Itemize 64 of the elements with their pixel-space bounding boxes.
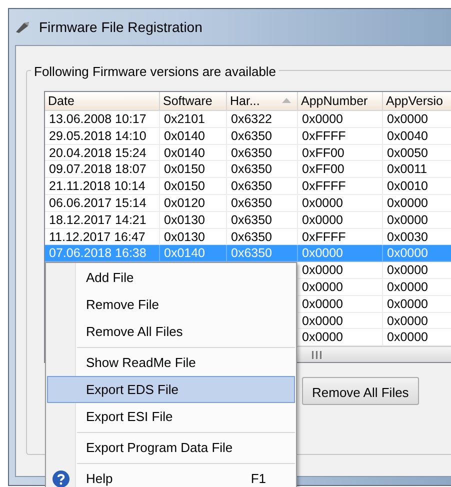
table-cell: 18.12.2017 14:21 (45, 212, 160, 229)
table-cell: 0x0120 (160, 194, 227, 212)
table-cell: 0x0000 (383, 262, 451, 279)
table-cell: 0x0130 (160, 212, 227, 229)
column-header[interactable]: AppVersio (383, 92, 451, 111)
table-cell: 0x6350 (227, 178, 298, 195)
table-cell: 20.04.2018 15:24 (45, 144, 160, 162)
table-cell: 0x0000 (298, 194, 383, 212)
table-cell: 0x6350 (227, 161, 298, 178)
table-cell: 13.06.2008 10:17 (45, 111, 160, 128)
table-cell: 0x0000 (298, 312, 383, 330)
table-cell: 0x0000 (298, 212, 383, 229)
table-cell: 0x0000 (383, 212, 451, 229)
shortcut-label: F1 (250, 470, 266, 487)
table-cell: 0x6322 (227, 111, 298, 128)
table-cell: 29.05.2018 14:10 (45, 128, 160, 145)
table-cell: 0x0150 (160, 178, 227, 195)
window-title: Firmware File Registration (39, 18, 202, 37)
menu-item[interactable]: Export ESI File (47, 403, 295, 430)
menu-item[interactable]: Show ReadMe File (47, 349, 295, 376)
table-cell: 0xFFFF (298, 178, 383, 195)
table-cell: 0x0000 (383, 111, 451, 128)
table-cell: 0x0000 (298, 245, 383, 262)
table-cell: 07.06.2018 16:38 (45, 245, 160, 262)
table-cell: 0x6350 (227, 245, 298, 262)
table-cell: 0x0000 (298, 278, 383, 296)
table-cell: 0x0140 (160, 245, 227, 262)
table-cell: 0xFF00 (298, 161, 383, 178)
table-cell: 0x0011 (383, 161, 451, 178)
table-cell: 0x0000 (383, 278, 451, 296)
column-header[interactable]: Software (160, 92, 227, 111)
menu-item[interactable]: Help F1 (47, 465, 295, 487)
table-cell: 0x6350 (227, 144, 298, 162)
table-cell: 0x0000 (298, 111, 383, 128)
table-cell: 0x0000 (383, 194, 451, 212)
menu-item[interactable]: Remove All Files (47, 318, 295, 345)
table-cell: 06.06.2017 15:14 (45, 194, 160, 212)
table-cell: 0x0040 (383, 128, 451, 145)
table-cell: 0x0050 (383, 144, 451, 162)
table-cell: 0x6350 (227, 194, 298, 212)
remove-all-files-button[interactable]: Remove All Files (302, 377, 419, 406)
table-cell: 0xFFFF (298, 128, 383, 145)
table-cell: 21.11.2018 10:14 (45, 178, 160, 195)
menu-item[interactable]: Export Program Data File (47, 434, 295, 461)
table-cell: 09.07.2018 18:07 (45, 161, 160, 178)
menu-item[interactable]: Export EDS File (47, 376, 295, 403)
table-cell: 0x6350 (227, 128, 298, 145)
menu-item[interactable]: Remove File (47, 291, 295, 318)
column-header[interactable]: AppNumber (298, 92, 383, 111)
table-cell: 0x0010 (383, 178, 451, 195)
table-cell: 0x0000 (383, 296, 451, 313)
table-cell: 0xFF00 (298, 144, 383, 162)
table-cell: 0x0000 (383, 312, 451, 330)
menu-item[interactable]: Add File (47, 264, 295, 291)
table-cell: 0x0150 (160, 161, 227, 178)
column-header[interactable]: Date (45, 92, 160, 111)
table-cell: 0x0000 (298, 262, 383, 279)
table-cell: 0x0000 (298, 296, 383, 313)
table-cell: 0x0000 (383, 245, 451, 262)
table-cell: 0x6350 (227, 212, 298, 229)
table-cell: 0x0140 (160, 144, 227, 162)
table-cell: 0x0140 (160, 128, 227, 145)
column-header[interactable]: Har... (227, 92, 298, 111)
table-cell: 0x2101 (160, 111, 227, 128)
